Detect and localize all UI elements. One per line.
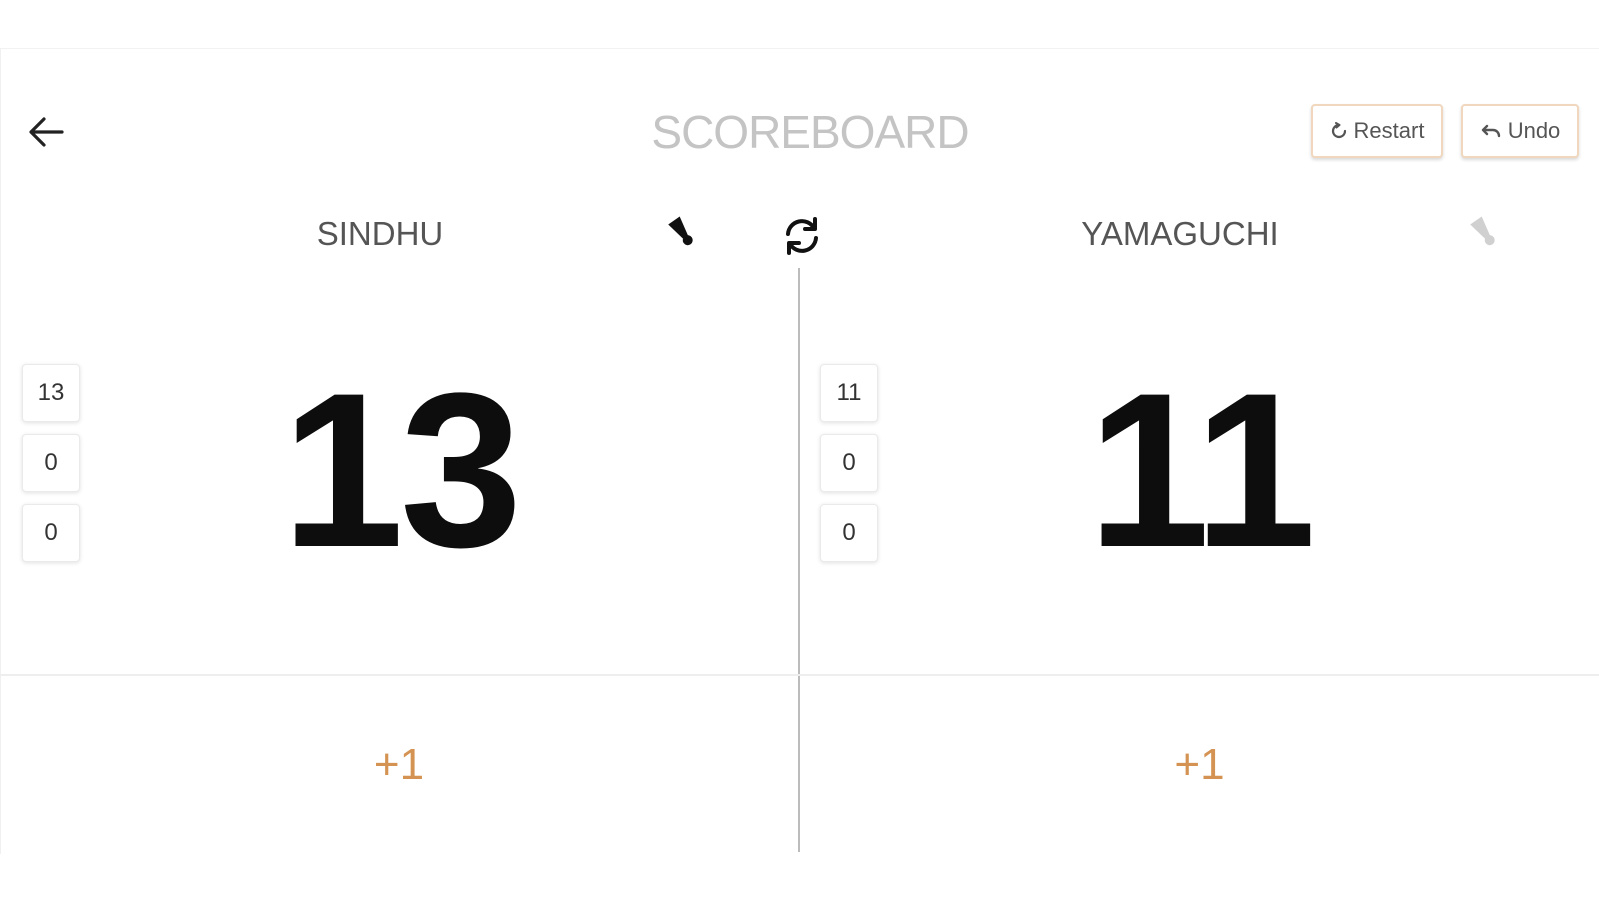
restart-button[interactable]: Restart	[1311, 104, 1443, 158]
score-right: 11	[1087, 347, 1317, 593]
serve-indicator-right[interactable]	[1464, 212, 1504, 252]
set-score-right-3: 0	[820, 504, 878, 562]
add-point-left-button[interactable]: +1	[0, 678, 798, 852]
undo-icon	[1480, 123, 1502, 139]
swap-sides-icon	[786, 217, 818, 255]
undo-label: Undo	[1507, 118, 1561, 143]
shuttlecock-icon	[668, 216, 693, 246]
set-score-left-2: 0	[22, 434, 80, 492]
back-button[interactable]	[22, 108, 70, 156]
player-name-right: YAMAGUCHI	[1081, 215, 1279, 252]
page-title: SCOREBOARD	[651, 106, 969, 158]
score-left: 13	[281, 347, 523, 593]
horizontal-divider	[0, 674, 1599, 676]
set-score-left-1: 13	[22, 364, 80, 422]
player-name-left: SINDHU	[316, 215, 444, 252]
scoreboard-app: SCOREBOARD Restart Undo SINDHU YAMAGUCHI	[0, 0, 1599, 900]
swap-sides-button[interactable]	[776, 210, 828, 262]
set-score-left-3: 0	[22, 504, 80, 562]
restart-icon	[1330, 122, 1348, 140]
set-score-right-2: 0	[820, 434, 878, 492]
shuttlecock-icon	[1470, 216, 1495, 246]
restart-label: Restart	[1353, 118, 1425, 143]
set-score-right-1: 11	[820, 364, 878, 422]
serve-indicator-left[interactable]	[662, 212, 702, 252]
undo-button[interactable]: Undo	[1461, 104, 1579, 158]
add-point-right-button[interactable]: +1	[800, 678, 1599, 852]
arrow-left-icon	[29, 117, 64, 147]
